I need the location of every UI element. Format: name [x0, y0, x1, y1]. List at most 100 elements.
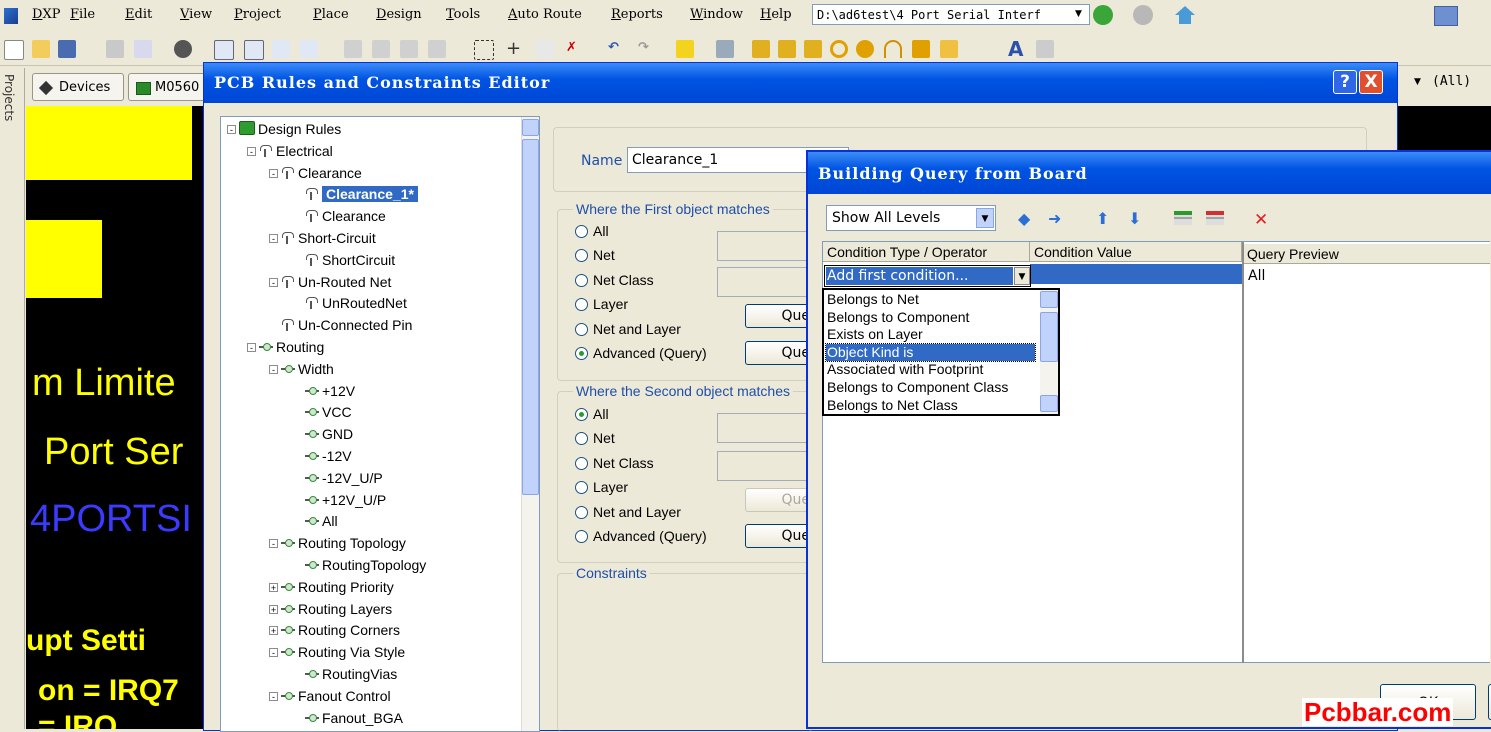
tree-node[interactable]: - Routing Via Style — [269, 642, 405, 662]
rubber-stamp-icon[interactable] — [428, 40, 446, 58]
first-condition-dropdown-icon[interactable]: ▼ — [1014, 267, 1030, 285]
home-icon[interactable] — [1175, 6, 1195, 24]
paste-icon[interactable] — [400, 40, 418, 58]
devices-tab[interactable]: Devices — [32, 73, 124, 101]
browse-icon[interactable] — [716, 40, 734, 58]
tree-node[interactable]: - Fanout Control — [269, 686, 391, 706]
radio-option[interactable]: Net Class — [575, 455, 654, 471]
tree-node[interactable]: - Width — [269, 359, 334, 379]
tree-node[interactable]: - Un-Routed Net — [269, 272, 391, 292]
options-scroll-up-icon[interactable] — [1040, 291, 1058, 308]
move-icon[interactable]: + — [506, 40, 524, 58]
radio-option[interactable]: Net — [575, 430, 615, 446]
via-icon[interactable] — [856, 40, 874, 58]
move-left-icon[interactable]: ◆ — [1018, 209, 1030, 228]
pad-icon[interactable] — [830, 40, 848, 58]
tree-node[interactable]: - Clearance — [269, 163, 362, 183]
dxp-logo-icon[interactable] — [4, 8, 18, 24]
first-query-builder-button[interactable]: Que — [745, 304, 813, 328]
radio-icon[interactable] — [575, 347, 588, 360]
tree-node[interactable]: Clearance_1* — [293, 184, 418, 204]
move-up-icon[interactable]: ⬆ — [1096, 209, 1109, 228]
pcb-document-tab[interactable]: M0560 — [128, 73, 208, 101]
tree-node[interactable]: Fanout_BGA — [293, 708, 403, 728]
menu-tools[interactable]: Tools — [446, 7, 480, 22]
fill-icon[interactable] — [912, 40, 930, 58]
menu-file[interactable]: File — [70, 7, 95, 22]
tree-node[interactable]: +12V — [293, 381, 355, 401]
tree-node[interactable]: UnRoutedNet — [293, 293, 407, 313]
redo-icon[interactable]: ↷ — [638, 40, 656, 58]
tree-node[interactable]: + Routing Priority — [269, 577, 394, 597]
tree-node[interactable]: ShortCircuit — [293, 250, 395, 270]
save-icon[interactable] — [58, 40, 76, 58]
second-query-builder-button[interactable]: Que — [745, 488, 813, 512]
radio-option[interactable]: All — [575, 223, 609, 239]
tree-node[interactable]: - Electrical — [247, 141, 333, 161]
first-net-field[interactable] — [717, 231, 817, 261]
collapse-icon[interactable]: - — [269, 691, 278, 701]
pcb-canvas-right[interactable] — [1396, 106, 1491, 150]
filter-all-value[interactable]: (All) — [1432, 74, 1471, 89]
undo-icon[interactable]: ↶ — [608, 40, 626, 58]
expand-icon[interactable]: + — [269, 626, 278, 636]
tree-node[interactable]: Un-Connected Pin — [269, 315, 412, 335]
condition-option[interactable]: Belongs to Component — [826, 309, 1035, 326]
copy-icon[interactable] — [372, 40, 390, 58]
radio-icon[interactable] — [575, 249, 588, 263]
radio-icon[interactable] — [575, 408, 588, 421]
second-query-helper-button[interactable]: Que — [745, 524, 813, 548]
radio-icon[interactable] — [575, 456, 588, 470]
radio-icon[interactable] — [575, 505, 588, 519]
radio-option[interactable]: Net — [575, 247, 615, 263]
collapse-icon[interactable]: - — [269, 364, 278, 374]
close-button[interactable]: X — [1359, 70, 1383, 94]
remove-condition-icon[interactable] — [1206, 211, 1224, 225]
select-area-icon[interactable] — [474, 40, 494, 60]
print-icon[interactable] — [106, 40, 124, 58]
condition-options-list[interactable]: Belongs to Net Belongs to Component Exists… — [822, 288, 1060, 416]
radio-icon[interactable] — [575, 481, 588, 495]
tree-node[interactable]: + Routing Corners — [269, 620, 400, 640]
condition-option[interactable]: Associated with Footprint — [826, 361, 1035, 378]
first-netclass-field[interactable] — [717, 267, 817, 297]
collapse-icon[interactable]: - — [269, 234, 278, 244]
radio-icon[interactable] — [575, 225, 588, 238]
condition-option[interactable]: Belongs to Component Class — [826, 379, 1035, 396]
move-right-icon[interactable]: ➜ — [1048, 209, 1061, 228]
levels-select[interactable]: Show All Levels ▼ — [826, 205, 996, 231]
collapse-icon[interactable]: - — [269, 277, 278, 287]
highlight-icon[interactable] — [676, 40, 694, 58]
collapse-icon[interactable]: - — [227, 125, 236, 135]
editor-title-bar[interactable]: PCB Rules and Constraints Editor ? X — [204, 63, 1397, 103]
radio-icon[interactable] — [575, 298, 588, 312]
tree-node[interactable]: RoutingTopology — [293, 555, 426, 575]
pcb-canvas[interactable]: m Limite Port Ser 4PORTSI upt Setti on =… — [26, 106, 206, 729]
tree-node[interactable]: - Design Rules — [227, 119, 341, 139]
radio-option[interactable]: Net and Layer — [575, 504, 681, 520]
deselect-icon[interactable] — [536, 40, 554, 58]
zoom-fit-icon[interactable] — [214, 40, 234, 60]
tree-node[interactable]: - Short-Circuit — [269, 228, 376, 248]
radio-option[interactable]: Layer — [575, 479, 628, 495]
route-diff-pair-icon[interactable] — [804, 40, 822, 58]
options-scrollbar[interactable] — [1040, 290, 1058, 414]
projects-panel-tab[interactable]: Projects — [0, 68, 25, 729]
tree-node[interactable]: -12V_U/P — [293, 468, 383, 488]
route-multiple-icon[interactable] — [778, 40, 796, 58]
array-paste-icon[interactable] — [1036, 40, 1054, 58]
radio-option[interactable]: Layer — [575, 296, 628, 312]
collapse-icon[interactable]: - — [269, 539, 278, 549]
polygon-icon[interactable] — [940, 40, 958, 58]
move-down-icon[interactable]: ⬇ — [1128, 209, 1141, 228]
clear-query-icon[interactable]: ✕ — [1254, 210, 1268, 230]
tree-scroll-thumb[interactable] — [522, 139, 539, 495]
tree-node[interactable]: + Routing Layers — [269, 599, 392, 619]
collapse-icon[interactable]: - — [247, 146, 256, 156]
expand-icon[interactable]: + — [269, 604, 278, 614]
menu-auto-route[interactable]: Auto Route — [508, 7, 582, 22]
tree-node[interactable]: GND — [293, 424, 353, 444]
query-title-bar[interactable]: Building Query from Board — [808, 152, 1491, 194]
back-icon[interactable] — [1093, 5, 1113, 25]
tree-node[interactable]: VCC — [293, 402, 352, 422]
